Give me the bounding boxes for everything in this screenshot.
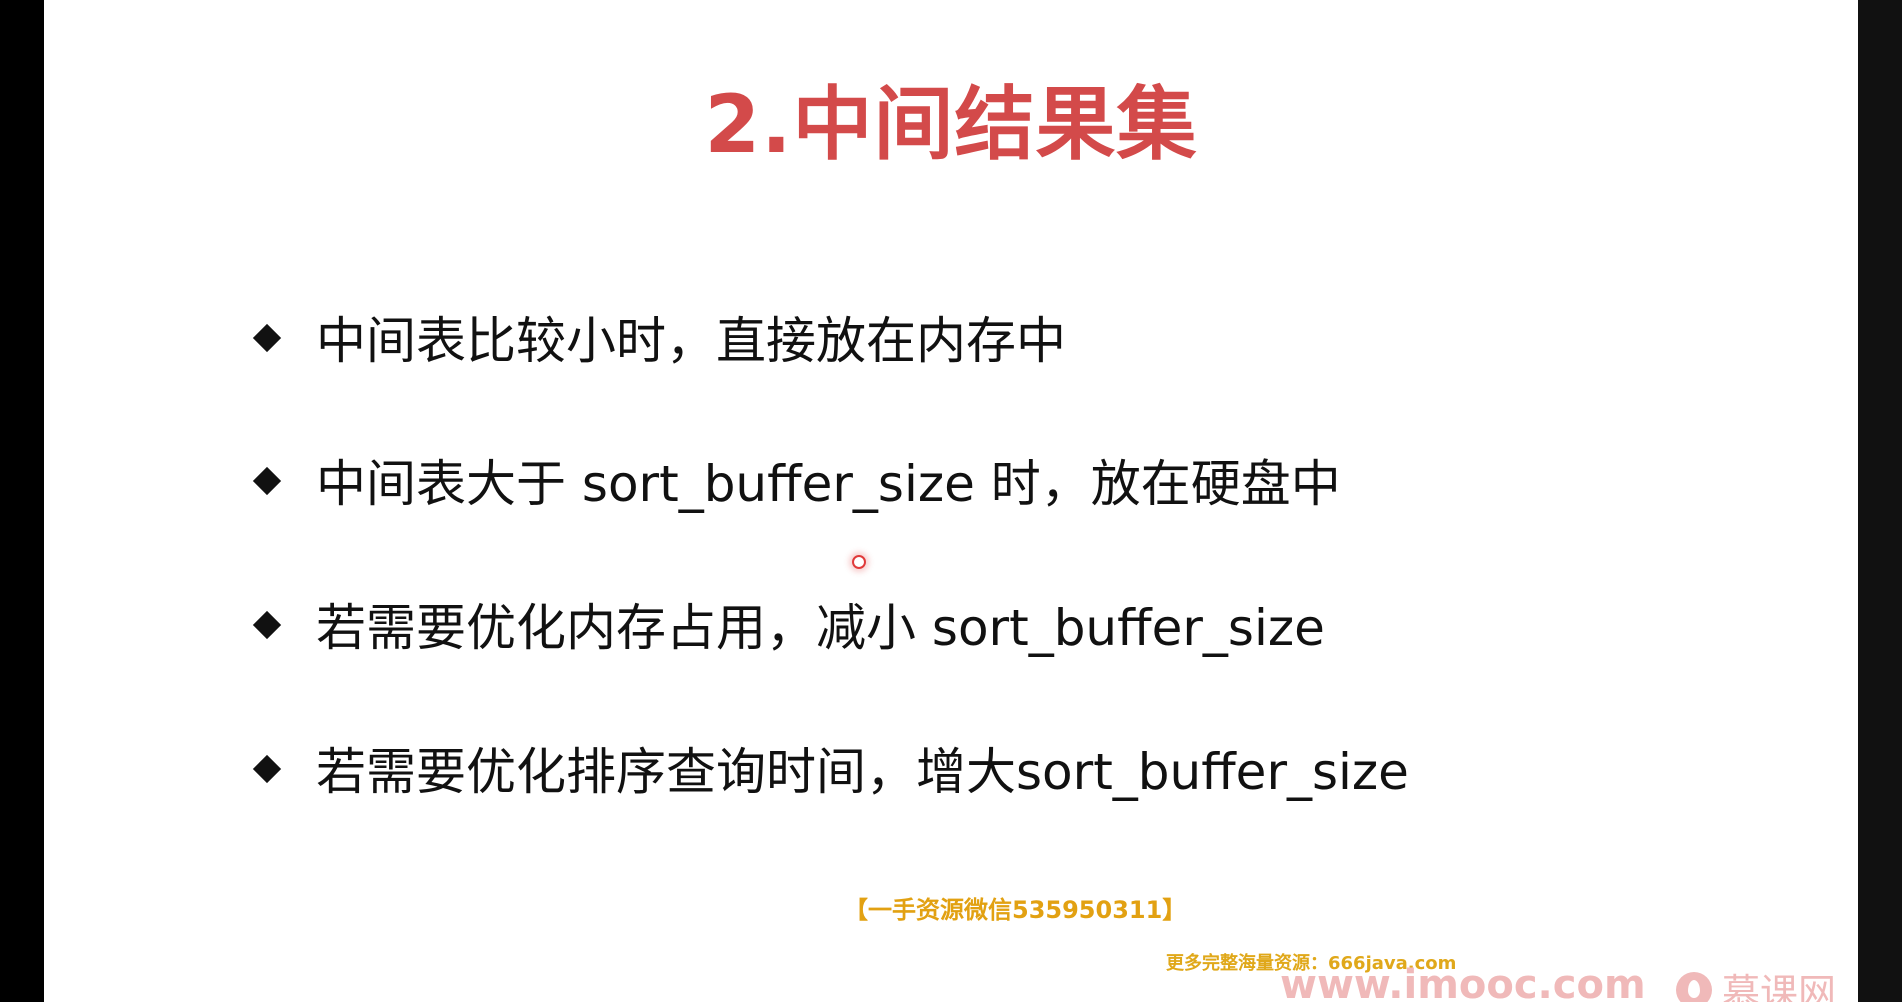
diamond-bullet-icon	[254, 468, 278, 492]
slide: 2.中间结果集 中间表比较小时，直接放在内存中 中间表大于 sort_buffe…	[44, 0, 1858, 1002]
brand-name: 慕课网	[1722, 971, 1837, 1002]
diamond-bullet-icon	[254, 612, 278, 636]
site-url[interactable]: www.imooc.com	[1280, 962, 1646, 1002]
right-gutter	[1858, 0, 1902, 1002]
bullet-item: 若需要优化排序查询时间，增大sort_buffer_size	[254, 738, 1409, 801]
bullet-text: 若需要优化内存占用，减小 sort_buffer_size	[316, 599, 1325, 657]
diamond-bullet-icon	[254, 756, 278, 780]
watermark-text: 【一手资源微信535950311】	[844, 896, 1187, 924]
bullet-text: 中间表大于 sort_buffer_size 时，放在硬盘中	[316, 455, 1341, 513]
bullet-item: 中间表大于 sort_buffer_size 时，放在硬盘中	[254, 450, 1341, 513]
bullet-item: 中间表比较小时，直接放在内存中	[254, 307, 1066, 370]
bullet-item: 若需要优化内存占用，减小 sort_buffer_size	[254, 594, 1325, 657]
imooc-logo-icon	[1676, 971, 1712, 1002]
diamond-bullet-icon	[254, 325, 278, 349]
bullet-text: 中间表比较小时，直接放在内存中	[316, 312, 1066, 370]
slide-title: 2.中间结果集	[704, 78, 1198, 171]
brand-logo[interactable]: 慕课网	[1676, 962, 1836, 1002]
bullet-text: 若需要优化排序查询时间，增大sort_buffer_size	[316, 743, 1409, 801]
video-frame: 2.中间结果集 中间表比较小时，直接放在内存中 中间表大于 sort_buffe…	[0, 0, 1902, 1002]
cursor-pointer-icon	[852, 555, 866, 569]
